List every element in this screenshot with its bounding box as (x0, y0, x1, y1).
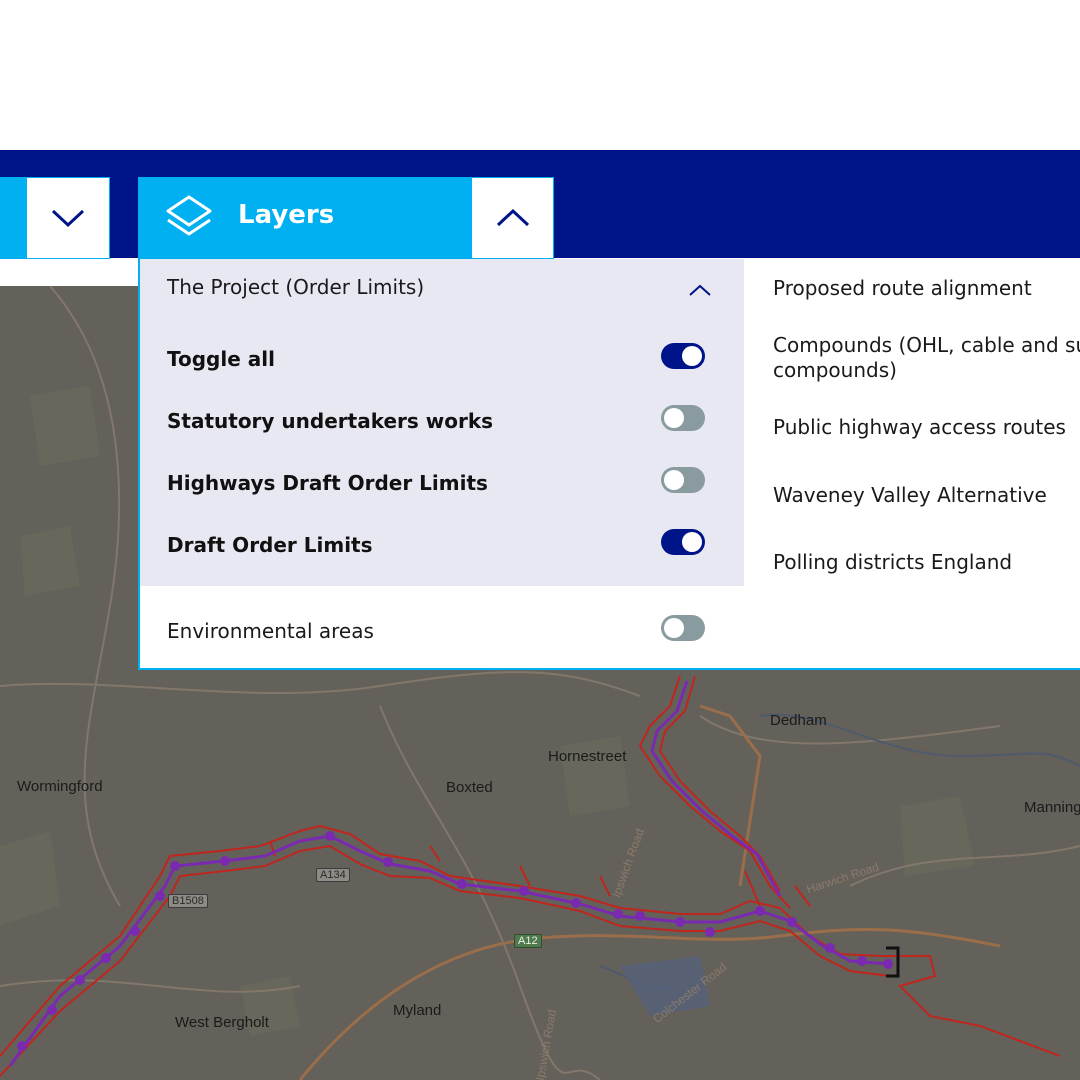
layer-row-environmental: Environmental areas (167, 615, 712, 651)
highways-order-limits-switch[interactable] (661, 467, 705, 493)
toggle-knob (682, 346, 702, 366)
toggle-knob (664, 470, 684, 490)
toggle-all-switch[interactable] (661, 343, 705, 369)
layer-label: Draft Order Limits (167, 533, 373, 557)
layer-row-statutory: Statutory undertakers works (167, 405, 712, 441)
road-label: A12 (514, 934, 542, 948)
layer-item-waveney[interactable]: Waveney Valley Alternative (773, 483, 1047, 508)
layer-group-project: The Project (Order Limits) Toggle all St… (140, 259, 744, 586)
place-label: Boxted (446, 779, 493, 796)
layer-label: Statutory undertakers works (167, 409, 494, 433)
previous-panel-expand-button[interactable] (26, 177, 110, 259)
previous-panel-tab[interactable] (0, 177, 26, 259)
layers-icon (166, 195, 212, 236)
layer-label: Highways Draft Order Limits (167, 471, 488, 495)
layer-item-compounds-cont[interactable]: compounds) (773, 358, 897, 383)
toggle-knob (682, 532, 702, 552)
chevron-up-icon (496, 208, 529, 227)
place-label: Wormingford (17, 778, 103, 795)
toggle-knob (664, 408, 684, 428)
toggle-knob (664, 618, 684, 638)
chevron-down-icon (51, 209, 85, 228)
layer-row-draft-order: Draft Order Limits (167, 529, 712, 565)
layer-row-toggle-all: Toggle all (167, 343, 712, 379)
road-label: B1508 (168, 894, 208, 908)
place-label: Myland (393, 1002, 442, 1019)
chevron-up-icon[interactable] (688, 283, 712, 297)
layer-item-compounds[interactable]: Compounds (OHL, cable and sub (773, 333, 1080, 358)
draft-order-limits-switch[interactable] (661, 529, 705, 555)
place-label: West Bergholt (175, 1014, 269, 1031)
place-label: Manning (1024, 799, 1080, 816)
layer-label: Environmental areas (167, 619, 374, 643)
layers-label: Layers (238, 200, 335, 230)
road-label: A134 (316, 868, 350, 882)
layer-group-title[interactable]: The Project (Order Limits) (167, 275, 424, 299)
place-label: Hornestreet (548, 748, 627, 765)
layers-tab[interactable]: Layers (138, 177, 471, 259)
statutory-works-switch[interactable] (661, 405, 705, 431)
layer-item-polling-districts[interactable]: Polling districts England (773, 550, 1012, 575)
environmental-areas-switch[interactable] (661, 615, 705, 641)
layer-item-highway-access[interactable]: Public highway access routes (773, 415, 1066, 440)
layer-item-route-alignment[interactable]: Proposed route alignment (773, 276, 1032, 301)
layers-collapse-button[interactable] (471, 177, 554, 259)
place-label: Dedham (770, 712, 827, 729)
layer-row-highways: Highways Draft Order Limits (167, 467, 712, 503)
layer-label: Toggle all (167, 347, 275, 371)
layers-panel: The Project (Order Limits) Toggle all St… (138, 259, 1080, 670)
